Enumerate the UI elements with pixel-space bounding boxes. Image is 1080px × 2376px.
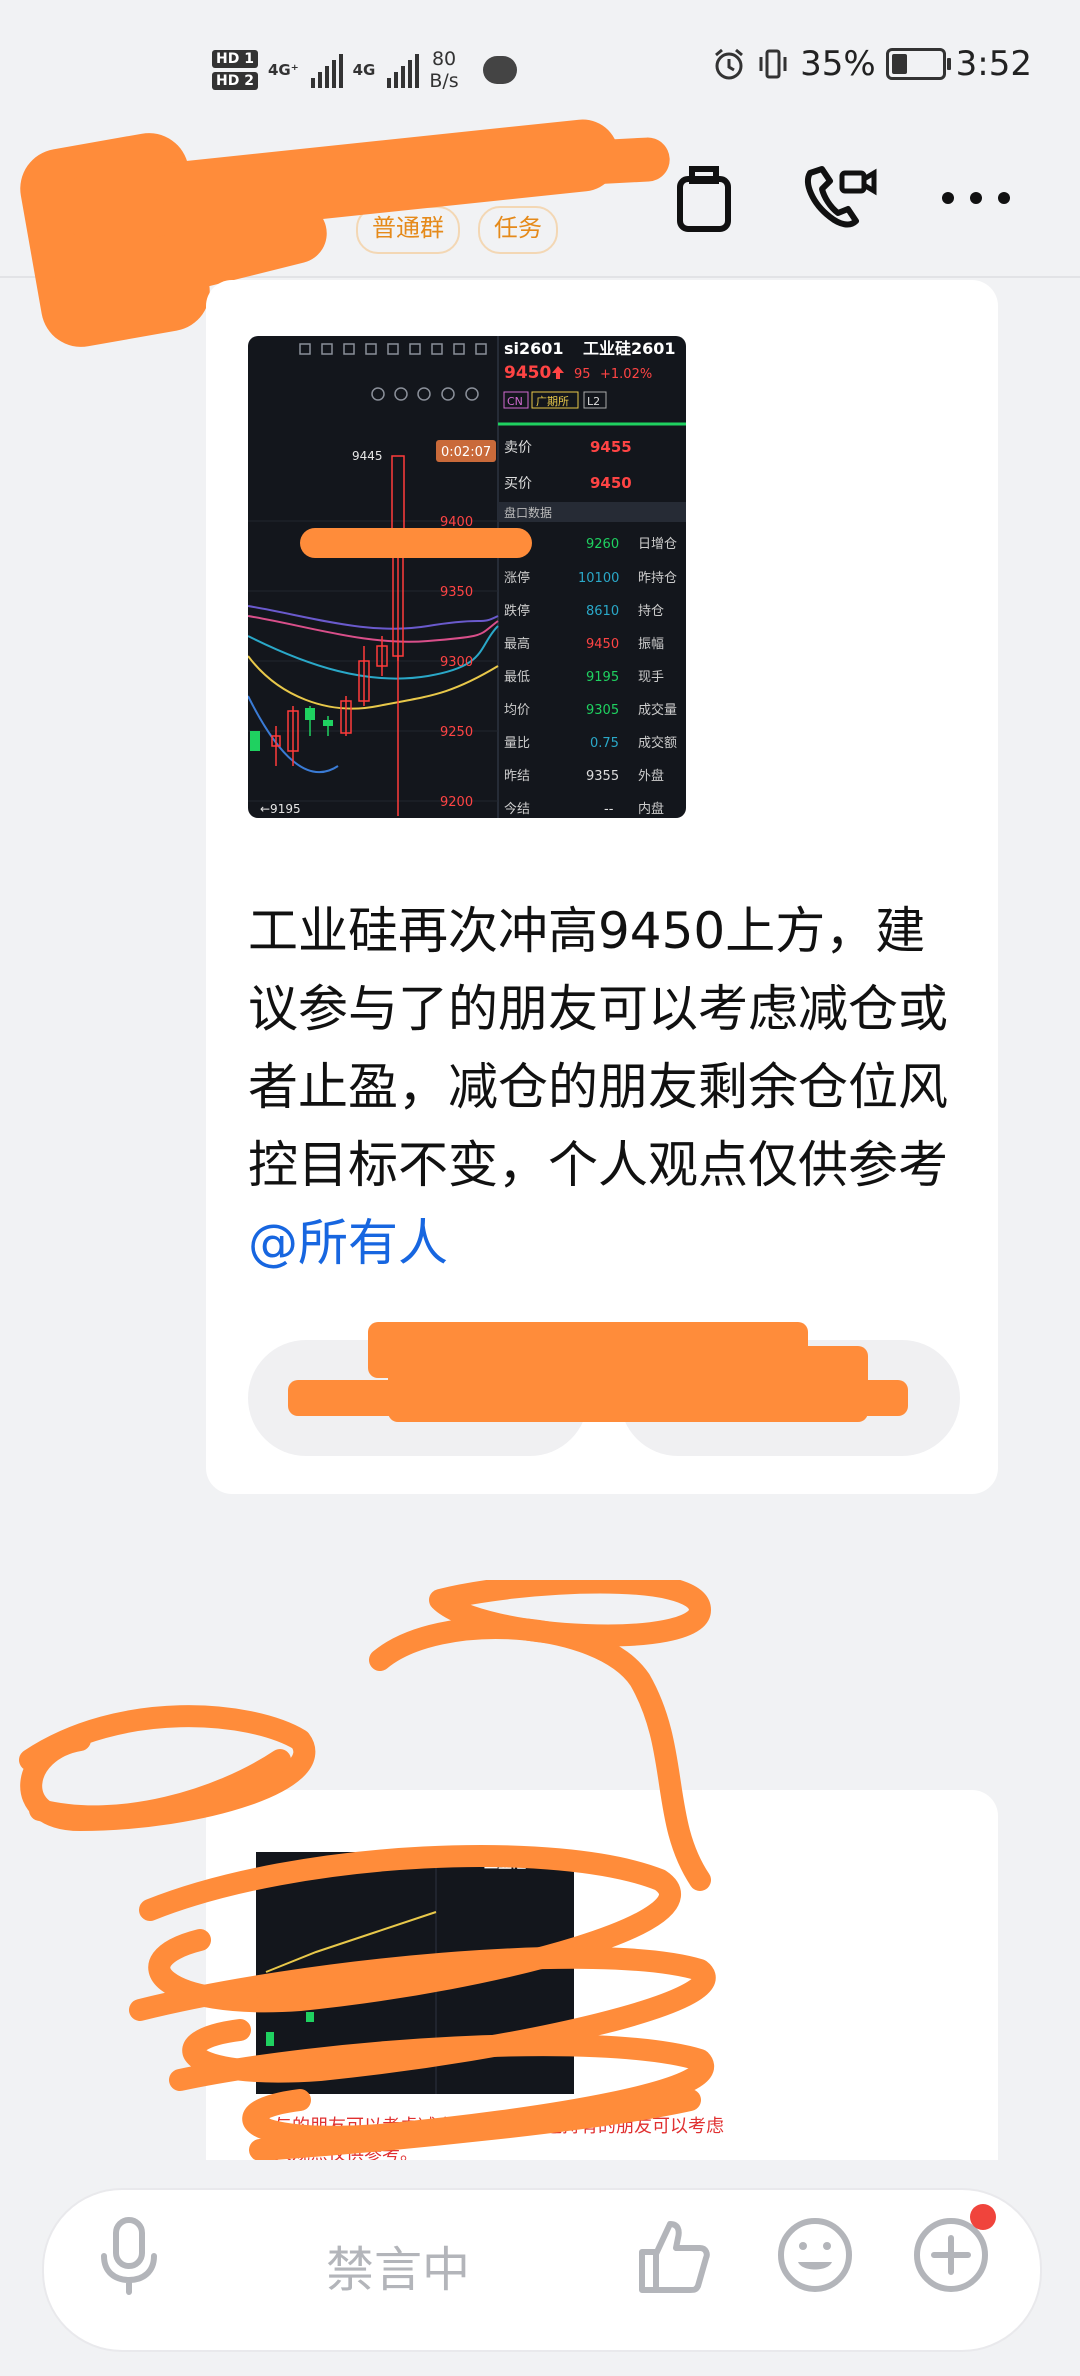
message-text: 工业硅再次冲高9450上方，建议参与了的朋友可以考虑减仓或者止盈，减仓的朋友剩余… (248, 892, 968, 1282)
row-value: 9195 (586, 670, 619, 685)
bid-label: 买价 (504, 476, 532, 492)
task-tag[interactable]: 任务 (478, 206, 558, 254)
row-right: 成交量 (638, 702, 677, 718)
row-label: 跌停 (504, 603, 530, 619)
notification-dot (970, 2204, 996, 2230)
row-right: 振幅 (638, 637, 664, 652)
row-value: 9450 (586, 637, 619, 652)
quote-name: 工业硅2601 (583, 339, 676, 358)
quote-screenshot[interactable]: 9445 0:02:07 ←9195 9400 9350 9300 9250 9… (248, 336, 686, 818)
redaction-mark (19, 1580, 716, 2161)
y-tick: 9300 (440, 655, 473, 670)
row-right: 外盘 (638, 768, 664, 784)
muted-label: 禁言中 (326, 2242, 471, 2298)
row-value: -- (604, 802, 614, 817)
ask-label: 卖价 (504, 440, 532, 456)
battery-percent: 35% (800, 44, 876, 84)
quote-change: 95 (574, 367, 591, 382)
row-value: 10100 (578, 571, 619, 586)
signal-icon (310, 52, 343, 88)
row-right: 内盘 (638, 801, 664, 817)
speed-unit: B/s (429, 70, 459, 92)
redaction-mark (388, 1346, 868, 1422)
y-tick: 9350 (440, 585, 473, 600)
row-right: 现手 (638, 670, 664, 685)
up-arrow-icon (552, 366, 564, 379)
vibrate-icon (759, 49, 787, 79)
row-value: 9260 (586, 537, 619, 552)
row-label: 涨停 (504, 570, 530, 586)
mic-icon[interactable] (86, 2212, 172, 2298)
sim2-badge: HD 2 (212, 72, 258, 90)
clock: 3:52 (955, 44, 1032, 84)
quote-symbol: si2601 (504, 339, 564, 358)
row-value: 0.75 (590, 736, 619, 751)
section-label: 盘口数据 (504, 505, 552, 520)
status-bar: HD 1 HD 2 4G⁺ 4G 80 B/s 35% 3:52 (0, 0, 1080, 130)
more-icon[interactable] (936, 158, 1016, 238)
composer-bar: 禁言中 (0, 2160, 1080, 2376)
network-type-1: 4G⁺ (267, 61, 299, 79)
row-label: 最低 (504, 670, 530, 685)
row-label: 量比 (504, 736, 530, 751)
badge: L2 (587, 395, 600, 408)
like-icon[interactable] (632, 2212, 718, 2298)
row-label: 均价 (504, 703, 530, 718)
network-type-2: 4G (352, 61, 376, 79)
row-value: 9355 (586, 769, 619, 784)
redaction-mark (300, 528, 532, 558)
quote-price: 9450 (504, 363, 551, 383)
badge: 广期所 (536, 395, 569, 408)
network-speed: 80 B/s (429, 48, 458, 92)
quote-change-pct: +1.02% (600, 367, 652, 382)
row-label: 最高 (504, 636, 530, 652)
mention-all[interactable]: @所有人 (248, 1214, 448, 1272)
status-right: 35% 3:52 (712, 44, 1032, 84)
ask-value: 9455 (590, 438, 632, 456)
y-tick: 9250 (440, 725, 473, 740)
composer-input (42, 2188, 1042, 2352)
alarm-icon (715, 48, 744, 80)
battery-icon (885, 48, 951, 80)
row-label: 今结 (504, 801, 530, 817)
sim-badges: HD 1 HD 2 (212, 50, 258, 90)
countdown-timer: 0:02:07 (441, 445, 491, 460)
row-value: 8610 (586, 604, 619, 619)
status-left: HD 1 HD 2 4G⁺ 4G 80 B/s (212, 40, 517, 100)
sim1-badge: HD 1 (212, 50, 258, 68)
high-marker: 9445 (352, 449, 383, 463)
low-marker: ←9195 (260, 802, 301, 816)
battery-fill (891, 54, 908, 74)
y-tick: 9200 (440, 795, 473, 810)
row-right: 日增仓 (638, 537, 677, 552)
row-right: 成交额 (638, 735, 677, 751)
speed-value: 80 (431, 48, 457, 70)
message-body: 工业硅再次冲高9450上方，建议参与了的朋友可以考虑减仓或者止盈，减仓的朋友剩余… (248, 902, 948, 1194)
row-right: 昨持仓 (638, 571, 677, 586)
video-call-icon[interactable] (800, 158, 880, 238)
wechat-notification-icon (482, 56, 517, 84)
emoji-icon[interactable] (772, 2212, 858, 2298)
signal-icon-2 (387, 52, 420, 88)
bid-value: 9450 (590, 474, 632, 492)
row-value: 9305 (586, 703, 619, 718)
badge: CN (507, 395, 523, 408)
row-label: 昨结 (504, 769, 530, 784)
clipboard-icon[interactable] (664, 158, 744, 238)
row-right: 持仓 (638, 604, 664, 619)
